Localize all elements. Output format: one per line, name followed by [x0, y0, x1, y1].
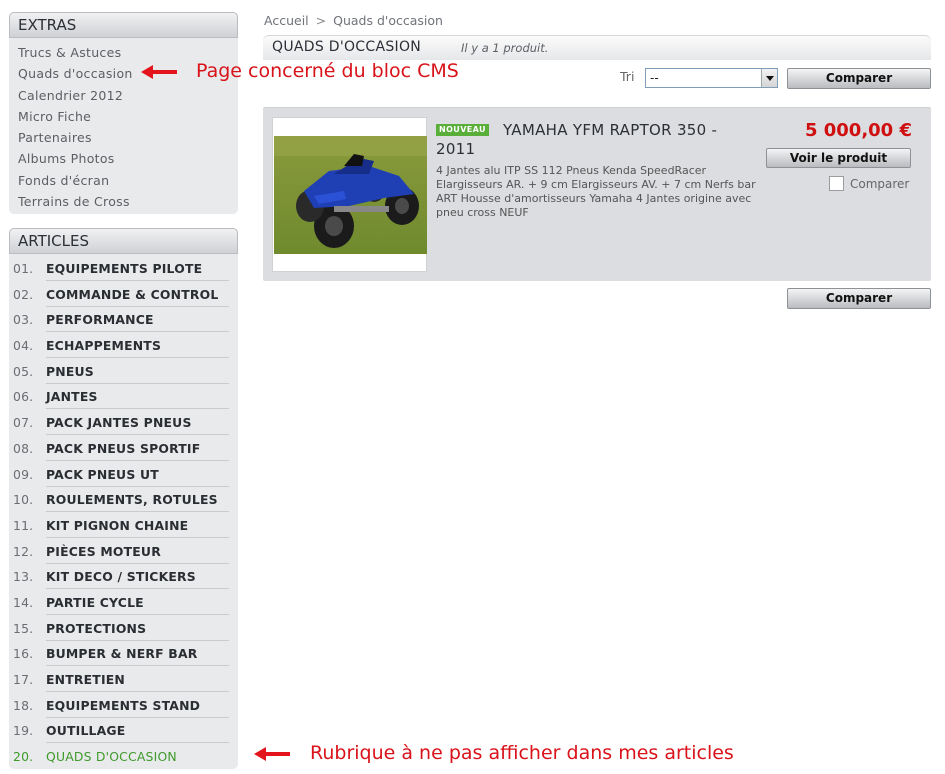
article-category-number: 02.: [13, 286, 34, 302]
article-category-item[interactable]: 06. JANTES: [13, 384, 229, 410]
article-category-item[interactable]: 13. KIT DECO / STICKERS: [13, 564, 229, 590]
page-title: QUADS D'OCCASION: [272, 39, 422, 55]
article-category-label: ECHAPPEMENTS: [46, 334, 229, 359]
article-category-item[interactable]: 15. PROTECTIONS: [13, 616, 229, 642]
article-category-number: 03.: [13, 312, 34, 328]
article-category-label: EQUIPEMENTS STAND: [46, 694, 229, 718]
article-category-label: BUMPER & NERF BAR: [46, 642, 229, 667]
article-category-number: 14.: [13, 594, 34, 610]
article-category-number: 13.: [13, 569, 34, 585]
compare-checkbox[interactable]: [829, 176, 844, 191]
sort-label: Tri: [620, 69, 635, 84]
breadcrumb-separator: >: [315, 13, 327, 28]
article-category-label: PACK PNEUS UT: [46, 463, 229, 487]
articles-list: 01. EQUIPEMENTS PILOTE 02. COMMANDE & CONTR…: [9, 254, 238, 770]
product-name-link[interactable]: YAMAHA YFM RAPTOR 350 - 2011: [436, 121, 752, 159]
annotation-cms: Page concerné du bloc CMS: [196, 60, 459, 82]
article-category-item[interactable]: 02. COMMANDE & CONTROL: [13, 282, 229, 308]
annotation-arrow-icon: [141, 65, 177, 79]
article-category-label: PACK PNEUS SPORTIF: [46, 437, 229, 461]
product-image[interactable]: [272, 117, 427, 272]
article-category-number: 16.: [13, 646, 34, 662]
article-category-number: 15.: [13, 620, 34, 636]
product-item: NOUVEAU YAMAHA YFM RAPTOR 350 - 2011 4 J…: [263, 107, 931, 281]
extras-link[interactable]: Partenaires: [18, 127, 238, 148]
article-category-label: QUADS D'OCCASION: [46, 749, 177, 765]
article-category-item[interactable]: 11. KIT PIGNON CHAINE: [13, 513, 229, 539]
article-category-number: 01.: [13, 261, 34, 276]
article-category-item[interactable]: 09. PACK PNEUS UT: [13, 462, 229, 488]
article-category-number: 11.: [13, 517, 34, 533]
product-price: 5 000,00 €: [804, 120, 912, 141]
article-category-number: 09.: [13, 466, 34, 482]
article-category-item[interactable]: 19. OUTILLAGE: [13, 718, 229, 744]
breadcrumb-current: Quads d'occasion: [333, 13, 443, 28]
sort-selected-value: --: [650, 71, 659, 85]
article-category-number: 20.: [13, 749, 34, 765]
article-category-number: 05.: [13, 363, 34, 379]
article-category-item[interactable]: 05. PNEUS: [13, 359, 229, 385]
extras-link[interactable]: Terrains de Cross: [18, 191, 238, 212]
article-category-item[interactable]: 16. BUMPER & NERF BAR: [13, 641, 229, 667]
chevron-down-icon[interactable]: [761, 69, 777, 87]
sort-select[interactable]: --: [645, 68, 778, 88]
annotation-arrow-icon: [254, 747, 290, 761]
product-description: 4 Jantes alu ITP SS 112 Pneus Kenda Spee…: [436, 164, 756, 219]
article-category-label: PERFORMANCE: [46, 308, 229, 333]
article-category-label: PROTECTIONS: [46, 617, 229, 641]
article-category-number: 07.: [13, 415, 34, 431]
article-category-number: 10.: [13, 492, 34, 508]
article-category-number: 06.: [13, 389, 34, 405]
article-category-item[interactable]: 18. EQUIPEMENTS STAND: [13, 693, 229, 719]
articles-block: ARTICLES 01. EQUIPEMENTS PILOTE 02. COMMAND…: [9, 228, 238, 769]
view-product-button[interactable]: Voir le produit: [766, 148, 911, 168]
articles-title: ARTICLES: [9, 228, 238, 254]
compare-button[interactable]: Comparer: [787, 68, 931, 89]
article-category-label: PNEUS: [46, 360, 229, 384]
article-category-label: ENTRETIEN: [46, 668, 229, 692]
breadcrumb: Accueil > Quads d'occasion: [264, 13, 443, 28]
article-category-item[interactable]: 12. PIÈCES MOTEUR: [13, 539, 229, 565]
extras-block: EXTRAS Trucs & Astuces Quads d'occasion …: [9, 12, 238, 214]
annotation-rubrique: Rubrique à ne pas afficher dans mes arti…: [310, 742, 734, 764]
article-category-item[interactable]: 14. PARTIE CYCLE: [13, 590, 229, 616]
article-category-label: PACK JANTES PNEUS: [46, 411, 229, 436]
article-category-number: 04.: [13, 338, 34, 354]
article-category-number: 12.: [13, 543, 34, 559]
article-category-item[interactable]: 07. PACK JANTES PNEUS: [13, 410, 229, 436]
article-category-label: KIT DECO / STICKERS: [46, 565, 229, 590]
article-category-label: JANTES: [46, 385, 229, 410]
article-category-number: 17.: [13, 672, 34, 687]
compare-button[interactable]: Comparer: [787, 288, 931, 309]
quad-photo-icon: [274, 136, 427, 254]
article-category-number: 18.: [13, 697, 34, 713]
compare-checkbox-label: Comparer: [850, 177, 910, 191]
extras-link[interactable]: Calendrier 2012: [18, 85, 238, 106]
article-category-label: PARTIE CYCLE: [46, 591, 229, 615]
article-category-item[interactable]: 03. PERFORMANCE: [13, 307, 229, 333]
extras-link[interactable]: Fonds d'écran: [18, 170, 238, 191]
extras-link[interactable]: Micro Fiche: [18, 106, 238, 127]
article-category-item[interactable]: 17. ENTRETIEN: [13, 667, 229, 693]
article-category-label: EQUIPEMENTS PILOTE: [46, 257, 229, 281]
category-header: QUADS D'OCCASION Il y a 1 produit.: [263, 35, 931, 60]
breadcrumb-home-link[interactable]: Accueil: [264, 13, 309, 28]
article-category-label: PIÈCES MOTEUR: [46, 540, 229, 564]
extras-link[interactable]: Albums Photos: [18, 148, 238, 169]
article-category-item[interactable]: 01. EQUIPEMENTS PILOTE: [13, 256, 229, 282]
article-category-item[interactable]: 20. QUADS D'OCCASION: [13, 744, 229, 770]
article-category-item[interactable]: 10. ROULEMENTS, ROTULES: [13, 487, 229, 513]
article-category-number: 08.: [13, 440, 34, 456]
extras-title: EXTRAS: [9, 12, 238, 38]
article-category-label: ROULEMENTS, ROTULES: [46, 488, 229, 513]
article-category-item[interactable]: 04. ECHAPPEMENTS: [13, 333, 229, 359]
article-category-label: KIT PIGNON CHAINE: [46, 514, 229, 538]
article-category-label: COMMANDE & CONTROL: [46, 283, 229, 307]
product-count: Il y a 1 produit.: [461, 41, 549, 55]
article-category-label: OUTILLAGE: [46, 719, 229, 744]
article-category-number: 19.: [13, 723, 34, 739]
article-category-item[interactable]: 08. PACK PNEUS SPORTIF: [13, 436, 229, 462]
